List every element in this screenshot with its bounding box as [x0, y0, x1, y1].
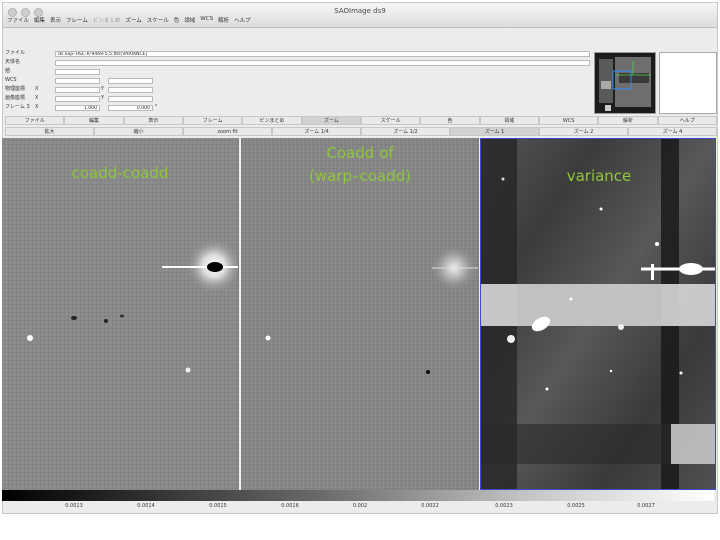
menu-edit[interactable]: 編集	[34, 16, 45, 24]
magnifier	[659, 52, 717, 114]
physical-y-field	[108, 87, 153, 93]
menu-zoom[interactable]: ズーム	[125, 16, 141, 24]
button-file[interactable]: ファイル	[5, 116, 65, 125]
menu-region[interactable]: 領域	[184, 16, 195, 24]
colorbar-tick: 0.0027	[637, 503, 655, 509]
physical-x-label: X	[35, 86, 39, 92]
frame-label: フレーム 3	[5, 104, 30, 110]
zoom-x-label: X	[35, 104, 39, 110]
colorbar-tick: 0.0014	[137, 503, 155, 509]
colorbar-tick: 0.0025	[567, 503, 585, 509]
image-x-field	[55, 96, 100, 102]
button-edit[interactable]: 編集	[64, 116, 124, 125]
menu-bar: ファイル 編集 表示 フレーム ビンまとめ ズーム スケール 色 領域 WCS …	[7, 16, 251, 24]
colorbar-tick: 0.0022	[421, 503, 439, 509]
button-region[interactable]: 領域	[479, 116, 539, 125]
frame-2-label: Coadd of (warp–coadd)	[308, 144, 411, 185]
frame-divider-1	[239, 138, 241, 490]
zoom-half-button[interactable]: ズーム 1/2	[361, 127, 450, 136]
menu-wcs[interactable]: WCS	[200, 16, 213, 24]
image-x-label: X	[35, 95, 39, 101]
object-label: 天体名	[5, 59, 21, 65]
menu-help[interactable]: ヘルプ	[234, 16, 251, 24]
image-label: 画像座標	[5, 95, 26, 101]
button-color[interactable]: 色	[420, 116, 480, 125]
file-label: ファイル	[5, 50, 26, 56]
zoom-2-button[interactable]: ズーム 2	[539, 127, 628, 136]
frame-1-image	[2, 138, 238, 490]
wcs-label: WCS	[5, 77, 17, 83]
button-scale[interactable]: スケール	[360, 116, 421, 125]
zoom-quarter-button[interactable]: ズーム 1/4	[272, 127, 361, 136]
degree-symbol: °	[155, 104, 158, 110]
wcs-x-field	[55, 78, 100, 84]
frame-3-label: variance	[566, 167, 632, 185]
menu-color[interactable]: 色	[174, 16, 180, 24]
frame-2-image	[242, 138, 478, 490]
value-label: 値	[5, 68, 11, 74]
button-bar: ファイル 編集 表示 フレーム ビンまとめ ズーム スケール 色 領域 WCS …	[5, 116, 717, 126]
button-view[interactable]: 表示	[123, 116, 183, 125]
object-value	[55, 60, 590, 66]
colorbar-tick: 0.0013	[65, 503, 83, 509]
image-y-label: Y	[101, 95, 105, 101]
zoom-button-bar: 拡大 縮小 zoom fit ズーム 1/4 ズーム 1/2 ズーム 1 ズーム…	[5, 127, 717, 137]
frame-variance[interactable]: variance	[480, 138, 716, 490]
value-field	[55, 69, 100, 75]
button-help[interactable]: ヘルプ	[657, 116, 717, 125]
button-frame[interactable]: フレーム	[182, 116, 243, 125]
colorbar-tick: 0.0023	[495, 503, 513, 509]
physical-x-field	[55, 87, 100, 93]
physical-label: 物理座標	[5, 86, 26, 92]
colorbar[interactable]	[2, 490, 714, 501]
zoom-in-button[interactable]: 拡大	[5, 127, 94, 136]
physical-y-label: Y	[101, 86, 105, 92]
colorbar-tick: 0.0016	[281, 503, 299, 509]
zoom-out-button[interactable]: 縮小	[94, 127, 183, 136]
title-bar: SAOImage ds9 ファイル 編集 表示 フレーム ビンまとめ ズーム ス…	[3, 3, 717, 28]
frame-3-image	[481, 139, 715, 489]
menu-scale[interactable]: スケール	[147, 16, 169, 24]
colorbar-tick: 0.002	[352, 503, 368, 509]
zoom-value: 1.000	[55, 105, 100, 111]
panner[interactable]	[594, 52, 656, 114]
info-panel: ファイル ds.exp–HSC-R-9469-5,5.fits[VARIANCE…	[3, 49, 603, 119]
button-analysis[interactable]: 解析	[598, 116, 658, 125]
frame-coadd-coadd[interactable]: coadd-coadd	[2, 138, 238, 490]
menu-analysis[interactable]: 解析	[218, 16, 229, 24]
button-bin[interactable]: ビンまとめ	[242, 116, 302, 125]
file-value: ds.exp–HSC-R-9469-5,5.fits[VARIANCE]	[55, 51, 590, 57]
zoom-fit-button[interactable]: zoom fit	[183, 127, 272, 136]
menu-frame[interactable]: フレーム	[66, 16, 88, 24]
menu-file[interactable]: ファイル	[7, 16, 29, 24]
menu-view[interactable]: 表示	[50, 16, 61, 24]
colorbar-tick: 0.0015	[209, 503, 227, 509]
zoom-1-button[interactable]: ズーム 1	[450, 127, 539, 136]
menu-bin[interactable]: ビンまとめ	[93, 16, 121, 24]
zoom-4-button[interactable]: ズーム 4	[628, 127, 717, 136]
colorbar-ticks: 0.0013 0.0014 0.0015 0.0016 0.002 0.0022…	[2, 503, 714, 511]
image-y-field	[108, 96, 153, 102]
button-zoom[interactable]: ズーム	[301, 116, 361, 125]
window-title: SAOImage ds9	[334, 7, 386, 15]
frame-1-label: coadd-coadd	[71, 164, 169, 182]
panner-thumbnail	[595, 53, 655, 113]
angle-value: 0.000	[108, 105, 153, 111]
wcs-y-field	[108, 78, 153, 84]
image-display[interactable]: coadd-coadd Coadd of (warp–coadd) varian…	[2, 138, 716, 490]
frame-coadd-of-warp[interactable]: Coadd of (warp–coadd)	[242, 138, 478, 490]
button-wcs[interactable]: WCS	[538, 116, 599, 125]
